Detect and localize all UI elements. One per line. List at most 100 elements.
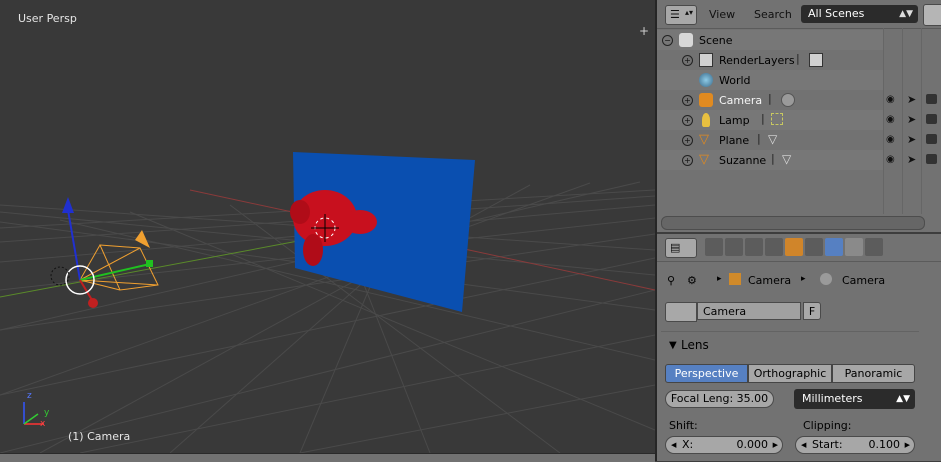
outliner-row-suzanne[interactable]: + ▽ Suzanne | ▽ [657, 150, 883, 170]
lamp-data-icon [771, 113, 783, 125]
scene-tab-icon[interactable] [745, 238, 763, 256]
clipping-label: Clipping: [803, 419, 852, 432]
shift-x-label: X: [682, 438, 694, 451]
render-icon[interactable] [926, 114, 937, 124]
cursor-icon[interactable]: ➤ [907, 153, 919, 166]
shift-x-value: 0.000 [736, 438, 769, 451]
outliner-row-scene[interactable]: − Scene [657, 30, 883, 50]
3d-viewport[interactable]: User Persp (1) Camera z y x + [0, 0, 655, 453]
separator: | [761, 112, 765, 125]
expand-icon[interactable]: + [682, 55, 693, 66]
eye-icon[interactable]: ◉ [886, 154, 898, 166]
properties-header: ▤ [657, 234, 941, 262]
lens-panel-title[interactable]: Lens [681, 338, 709, 352]
increment-arrow-icon[interactable]: ▶ [773, 437, 778, 453]
column-divider [883, 28, 884, 214]
cursor-icon[interactable]: ➤ [907, 93, 919, 106]
collapse-icon[interactable]: − [662, 35, 673, 46]
active-object-label: (1) Camera [68, 430, 131, 443]
expand-icon[interactable]: + [682, 155, 693, 166]
expand-icon[interactable]: + [682, 95, 693, 106]
camera-datablock-field: Camera F [665, 302, 821, 322]
outliner-row-plane[interactable]: + ▽ Plane | ▽ [657, 130, 883, 150]
outliner: ☰ ▴▾ View Search All Scenes ▲▼ − Scene +… [657, 0, 941, 232]
menu-view[interactable]: View [709, 8, 735, 21]
clip-start-field[interactable]: ◀ Start: 0.100 ▶ [795, 436, 915, 454]
horizontal-scrollbar[interactable] [661, 216, 925, 230]
column-divider [902, 28, 903, 214]
eye-icon[interactable]: ◉ [886, 134, 898, 146]
focal-length-value: Focal Leng: 35.00 [670, 392, 769, 405]
camera-icon [699, 93, 713, 107]
viewport-canvas[interactable] [0, 0, 655, 453]
texture-tab-icon[interactable] [845, 238, 863, 256]
camera-data-icon [820, 273, 832, 285]
row-label: Camera [719, 94, 763, 107]
render-icon[interactable] [926, 134, 937, 144]
lens-type-orthographic[interactable]: Orthographic [748, 364, 832, 383]
column-divider [921, 28, 922, 214]
cursor-icon[interactable]: ➤ [907, 133, 919, 146]
chevron-right-icon: ▸ [717, 274, 722, 284]
mesh-icon: ▽ [699, 132, 709, 147]
decrement-arrow-icon[interactable]: ◀ [801, 437, 806, 453]
separator: | [757, 132, 761, 145]
camera-data-tab-icon[interactable] [825, 238, 843, 256]
lens-type-perspective[interactable]: Perspective [665, 364, 748, 383]
gizmo-z-label: z [27, 391, 32, 401]
browse-camera-button[interactable] [665, 302, 697, 322]
row-label: Scene [699, 34, 733, 47]
lens-type-panoramic[interactable]: Panoramic [832, 364, 915, 383]
outliner-row-renderlayers[interactable]: + RenderLayers | [657, 50, 883, 70]
constraints-tab-icon[interactable] [805, 238, 823, 256]
datablock-name-input[interactable]: Camera [697, 302, 801, 320]
breadcrumb-data: Camera [842, 274, 886, 287]
object-tab-icon[interactable] [785, 238, 803, 256]
renderlayers-tab-icon[interactable] [725, 238, 743, 256]
properties-icon: ▤ [670, 241, 681, 254]
gizmo-y-label: y [44, 408, 50, 418]
lens-unit-value: Millimeters [802, 392, 863, 405]
shift-label: Shift: [669, 419, 698, 432]
cursor-icon[interactable]: ➤ [907, 113, 919, 126]
plus-icon[interactable]: + [639, 24, 649, 38]
physics-tab-icon[interactable] [865, 238, 883, 256]
separator: | [768, 92, 772, 105]
render-icon[interactable] [926, 94, 937, 104]
editor-type-icon: ☰ [670, 8, 680, 21]
outliner-row-lamp[interactable]: + Lamp | [657, 110, 883, 130]
expand-icon[interactable]: + [682, 115, 693, 126]
row-label: World [719, 74, 751, 87]
chevron-down-icon: ▲▼ [896, 394, 910, 404]
eye-icon[interactable]: ◉ [886, 114, 898, 126]
gizmo-x-label: x [40, 419, 46, 429]
outliner-row-world[interactable]: World [657, 70, 883, 90]
row-label: Suzanne [719, 154, 767, 167]
outliner-row-camera[interactable]: + Camera | [657, 90, 883, 110]
shift-x-field[interactable]: ◀ X: 0.000 ▶ [665, 436, 783, 454]
render-icon[interactable] [926, 154, 937, 164]
editor-type-button[interactable]: ▤ [665, 238, 697, 258]
menu-search[interactable]: Search [754, 8, 792, 21]
separator: | [796, 52, 800, 65]
eye-icon[interactable]: ◉ [886, 94, 898, 106]
editor-type-button[interactable]: ☰ ▴▾ [665, 5, 697, 25]
wrench-icon[interactable] [923, 4, 941, 26]
pin-icon[interactable]: ⚲ [667, 274, 675, 287]
render-tab-icon[interactable] [705, 238, 723, 256]
chevron-icon: ▴▾ [685, 8, 694, 17]
world-tab-icon[interactable] [765, 238, 783, 256]
scene-icon: ⚙ [687, 274, 697, 287]
expand-icon[interactable]: + [682, 135, 693, 146]
display-mode-select[interactable]: All Scenes ▲▼ [801, 5, 918, 23]
increment-arrow-icon[interactable]: ▶ [905, 437, 910, 453]
lens-unit-select[interactable]: Millimeters ▲▼ [794, 389, 915, 409]
mesh-data-icon: ▽ [768, 132, 778, 146]
renderlayer-icon [809, 53, 823, 67]
collapse-triangle-icon[interactable]: ▼ [669, 340, 677, 351]
decrement-arrow-icon[interactable]: ◀ [671, 437, 676, 453]
focal-length-field[interactable]: Focal Leng: 35.00 [665, 390, 774, 408]
breadcrumb: ⚲ ⚙ ▸ Camera ▸ Camera [657, 264, 941, 294]
fake-user-button[interactable]: F [803, 302, 821, 320]
mesh-icon: ▽ [699, 152, 709, 167]
